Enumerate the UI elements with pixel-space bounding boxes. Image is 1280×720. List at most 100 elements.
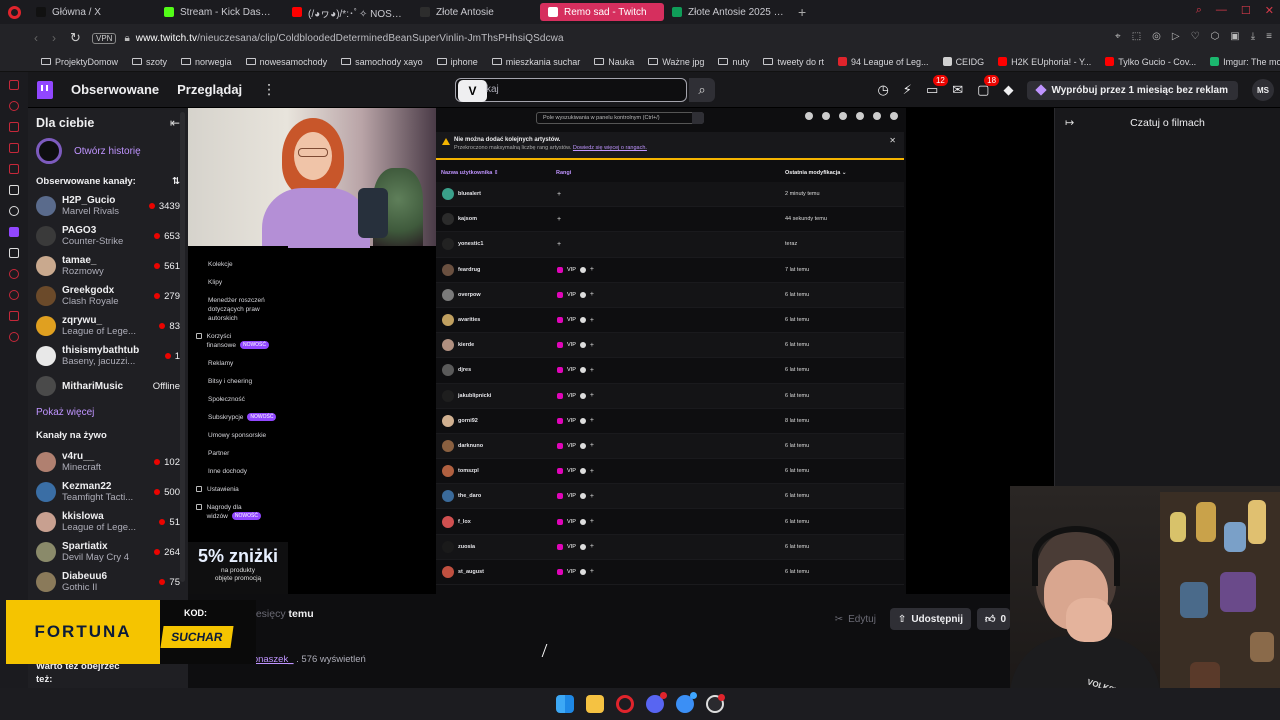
like-button[interactable]: 👍︎ 0 — [976, 608, 1010, 630]
sidebar-channel[interactable]: zqrywu_ League of Lege... 83 — [28, 311, 188, 341]
opera-taskbar-icon[interactable] — [616, 695, 634, 713]
wallet-icon[interactable] — [9, 143, 19, 153]
menu-copyright[interactable]: Menedżer roszczeń dotyczących praw autor… — [188, 296, 288, 323]
personal-news-icon[interactable] — [9, 122, 19, 132]
sidebar-channel[interactable]: Kezman22 Teamfight Tacti... 500 — [28, 477, 188, 507]
sidebar-channel[interactable]: MithariMusic Offline — [28, 371, 188, 401]
play-icon[interactable]: ▷ — [1172, 31, 1180, 42]
menu-ads[interactable]: Reklamy — [188, 359, 288, 368]
pin-icon[interactable]: ⌖ — [1115, 31, 1121, 42]
maximize-button[interactable]: ☐ — [1241, 4, 1251, 17]
bookmarks-icon[interactable] — [9, 311, 19, 321]
bookmark-item[interactable]: nowesamochody — [239, 57, 335, 67]
sidebar-channel[interactable]: Diabeuu6 Gothic II 75 — [28, 567, 188, 597]
search-input[interactable]: V kaj — [455, 78, 687, 102]
settings-icon[interactable] — [9, 332, 19, 342]
menu-collections[interactable]: Kolekcje — [188, 260, 288, 269]
clock-icon[interactable] — [9, 269, 19, 279]
sidebar-channel[interactable]: v4ru__ Minecraft 102 — [28, 447, 188, 477]
bits-icon[interactable]: ◆ — [1003, 82, 1013, 98]
bookmark-item[interactable]: ProjektyDomow — [34, 57, 125, 67]
heart-icon[interactable]: ♡ — [1191, 31, 1200, 42]
bookmark-item[interactable]: 94 League of Leg... — [831, 57, 936, 67]
history-icon[interactable] — [9, 101, 19, 111]
open-history-button[interactable]: Otwórz historię — [28, 134, 188, 168]
menu-sponsors[interactable]: Umowy sponsorskie — [188, 431, 288, 440]
browser-tab[interactable]: (/◕ヮ◕)/*:･ﾟ✧ NOSTALGI — [284, 0, 412, 24]
search-tabs-icon[interactable]: ⌕ — [1196, 4, 1202, 17]
bookmark-item[interactable]: samochody xayo — [334, 57, 430, 67]
browser-tab[interactable]: Remo sad - Twitch — [540, 3, 664, 21]
menu-other-income[interactable]: Inne dochody — [188, 467, 288, 476]
bookmark-item[interactable]: Tylko Gucio - Cov... — [1098, 57, 1203, 67]
collapse-sidebar-icon[interactable]: ⇤ — [170, 116, 180, 130]
sidebar-channel[interactable]: H2P_Gucio Marvel Rivals 3439 — [28, 191, 188, 221]
discord-icon[interactable] — [9, 206, 19, 216]
sidebar-channel[interactable]: PAGO3 Counter-Strike 653 — [28, 221, 188, 251]
discord-taskbar-icon[interactable] — [646, 692, 667, 713]
inbox-icon[interactable]: ✉︎ — [952, 82, 963, 98]
nav-browse[interactable]: Przeglądaj — [177, 82, 242, 97]
bookmark-item[interactable]: iphone — [430, 57, 485, 67]
messenger-icon[interactable] — [9, 80, 19, 90]
minimize-button[interactable]: — — [1216, 4, 1227, 17]
bookmark-item[interactable]: mieszkania suchar — [485, 57, 588, 67]
drops-icon[interactable]: ◷ — [877, 82, 888, 98]
expand-chat-icon[interactable]: ↦ — [1065, 116, 1074, 129]
bookmark-item[interactable]: Ważne jpg — [641, 57, 711, 67]
sort-icon[interactable]: ⇅ — [172, 176, 180, 187]
download-icon[interactable]: ⤓ — [1251, 31, 1255, 42]
more-icon[interactable]: ⋮ — [262, 81, 276, 98]
close-window-button[interactable]: ✕ — [1265, 4, 1274, 17]
menu-community[interactable]: Społeczność — [188, 395, 288, 404]
prime-trial-button[interactable]: Wypróbuj przez 1 miesiąc bez reklam — [1027, 80, 1238, 100]
user-avatar[interactable]: MS — [1252, 79, 1274, 101]
bookmark-item[interactable]: szoty — [125, 57, 174, 67]
menu-clips[interactable]: Klipy — [188, 278, 288, 287]
sidebar-channel[interactable]: thisismybathtub Baseny, jacuzzi... 1 — [28, 341, 188, 371]
music-icon[interactable] — [9, 164, 19, 174]
ai-icon[interactable] — [9, 185, 19, 195]
twitch-logo-icon[interactable] — [37, 80, 53, 99]
edit-button[interactable]: ✂ Edytuj — [827, 608, 884, 630]
menu-bits[interactable]: Bitsy i cheering — [188, 377, 288, 386]
back-button[interactable]: ‹ — [34, 31, 52, 45]
sidebar-channel[interactable]: kkislowa League of Lege... 51 — [28, 507, 188, 537]
bookmark-item[interactable]: Nauka — [587, 57, 641, 67]
start-menu-icon[interactable] — [556, 695, 574, 713]
lock-icon[interactable]: 🔒︎ — [124, 33, 129, 44]
menu-finance[interactable]: Korzyści finansowe NOWOŚĆ — [188, 332, 288, 350]
browser-tab[interactable]: Złote Antosie 2025 - Arku — [664, 0, 792, 24]
forward-button[interactable]: › — [52, 31, 70, 45]
speed-dial-icon[interactable] — [9, 290, 19, 300]
new-tab-button[interactable]: + — [798, 4, 806, 20]
twitch-icon[interactable] — [9, 227, 19, 237]
x-icon[interactable] — [9, 248, 19, 258]
bookmark-item[interactable]: H2K EUphoria! - Y... — [991, 57, 1098, 67]
camera-icon[interactable]: ◎ — [1152, 31, 1161, 42]
bookmark-item[interactable]: tweety do rt — [756, 57, 831, 67]
browser-tab[interactable]: Złote Antosie — [412, 0, 540, 24]
sidebar-channel[interactable]: Greekgodx Clash Royale 279 — [28, 281, 188, 311]
bookmark-item[interactable]: CEIDG — [936, 57, 992, 67]
browser-tab[interactable]: Stream - Kick Dashboard — [156, 0, 284, 24]
bookmark-item[interactable]: norwegia — [174, 57, 239, 67]
sidebar-channel[interactable]: tamae_ Rozmowy 561 — [28, 251, 188, 281]
steam-taskbar-icon[interactable] — [706, 694, 725, 713]
extension-icon[interactable]: ⚡︎ — [903, 82, 912, 98]
vpn-badge[interactable]: VPN — [92, 32, 117, 44]
clip-video-player[interactable]: Kolekcje Klipy Menedżer roszczeń dotyczą… — [188, 108, 1054, 594]
menu-partner[interactable]: Partner — [188, 449, 288, 458]
nav-following[interactable]: Obserwowane — [71, 82, 159, 97]
share-button[interactable]: ⇧ Udostępnij — [889, 608, 971, 630]
whispers-icon[interactable]: ▢ 18 — [977, 75, 1000, 98]
browser-tab[interactable]: Główna / X — [28, 0, 156, 24]
extensions-icon[interactable]: ⬡ — [1211, 31, 1220, 42]
sidebar-channel[interactable]: Spartiatix Devil May Cry 4 264 — [28, 537, 188, 567]
bookmark-item[interactable]: Imgur: The most a... — [1203, 57, 1280, 67]
sidebar-scrollbar[interactable] — [180, 112, 185, 582]
notifications-icon[interactable]: ▭ 12 — [926, 75, 948, 98]
search-button[interactable]: ⌕ — [689, 78, 715, 102]
snapshot-icon[interactable]: ⬚ — [1132, 31, 1141, 42]
menu-settings[interactable]: Ustawienia — [188, 485, 288, 494]
